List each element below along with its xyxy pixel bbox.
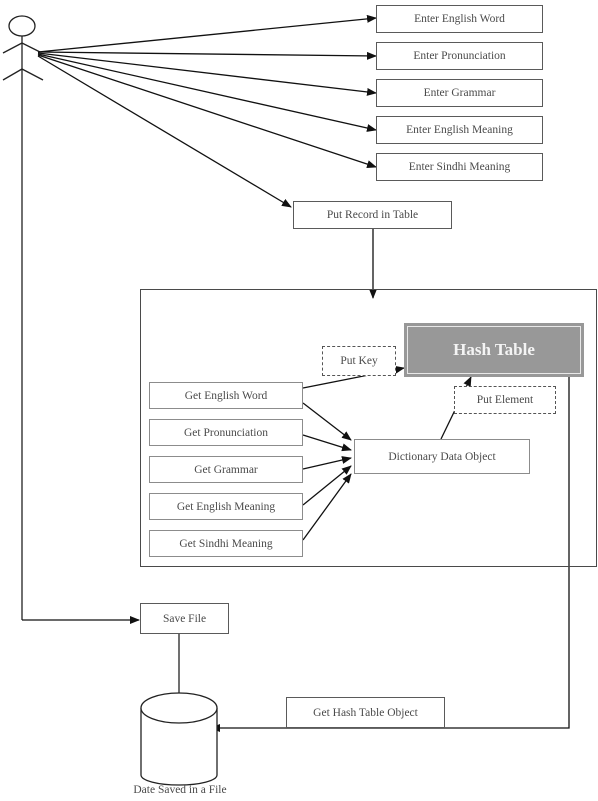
get-pronunciation-label: Get Pronunciation	[184, 426, 268, 439]
enter-english-meaning-label: Enter English Meaning	[406, 124, 513, 136]
get-grammar-label: Get Grammar	[194, 463, 258, 476]
get-english-meaning-box[interactable]: Get English Meaning	[149, 493, 303, 520]
dictionary-data-object-box[interactable]: Dictionary Data Object	[354, 439, 530, 474]
hash-table-box[interactable]: Hash Table	[404, 323, 584, 377]
put-record-label: Put Record in Table	[326, 209, 419, 221]
put-element-box[interactable]: Put Element	[454, 386, 556, 414]
get-english-meaning-label: Get English Meaning	[176, 500, 276, 513]
put-key-box[interactable]: Put Key	[322, 346, 396, 376]
enter-pronunciation-box[interactable]: Enter Pronunciation	[376, 42, 543, 70]
get-grammar-box[interactable]: Get Grammar	[149, 456, 303, 483]
put-key-label: Put Key	[340, 355, 378, 367]
enter-sindhi-meaning-box[interactable]: Enter Sindhi Meaning	[376, 153, 543, 181]
put-record-box[interactable]: Put Record in Table	[293, 201, 452, 229]
dictionary-data-object-label: Dictionary Data Object	[388, 450, 496, 463]
storage-caption: Date Saved in a File	[133, 784, 227, 796]
actor-input-connectors	[37, 14, 377, 208]
put-element-label: Put Element	[476, 394, 534, 406]
arrow-to-enter-english-meaning	[37, 53, 377, 132]
save-file-box[interactable]: Save File	[140, 603, 229, 634]
enter-pronunciation-label: Enter Pronunciation	[413, 50, 506, 62]
hash-table-inner: Hash Table	[407, 326, 581, 374]
arrow-to-enter-english-word	[37, 14, 377, 53]
enter-english-word-label: Enter English Word	[414, 13, 505, 25]
arrow-to-enter-sindhi-meaning	[37, 54, 377, 168]
save-file-label: Save File	[162, 612, 207, 625]
get-hash-table-object-label: Get Hash Table Object	[313, 706, 418, 719]
get-english-word-label: Get English Word	[184, 389, 268, 402]
get-english-word-box[interactable]: Get English Word	[149, 382, 303, 409]
actor-icon	[2, 15, 44, 620]
get-pronunciation-box[interactable]: Get Pronunciation	[149, 419, 303, 446]
enter-english-meaning-box[interactable]: Enter English Meaning	[376, 116, 543, 144]
get-sindhi-meaning-box[interactable]: Get Sindhi Meaning	[149, 530, 303, 557]
enter-english-word-box[interactable]: Enter English Word	[376, 5, 543, 33]
arrow-to-enter-pronunciation	[37, 51, 377, 60]
get-sindhi-meaning-label: Get Sindhi Meaning	[179, 537, 273, 550]
enter-grammar-label: Enter Grammar	[423, 87, 496, 99]
storage-cylinder-icon	[140, 692, 218, 786]
enter-sindhi-meaning-label: Enter Sindhi Meaning	[408, 161, 511, 173]
get-hash-table-object-box[interactable]: Get Hash Table Object	[286, 697, 445, 728]
enter-grammar-box[interactable]: Enter Grammar	[376, 79, 543, 107]
hash-table-label: Hash Table	[453, 340, 535, 359]
